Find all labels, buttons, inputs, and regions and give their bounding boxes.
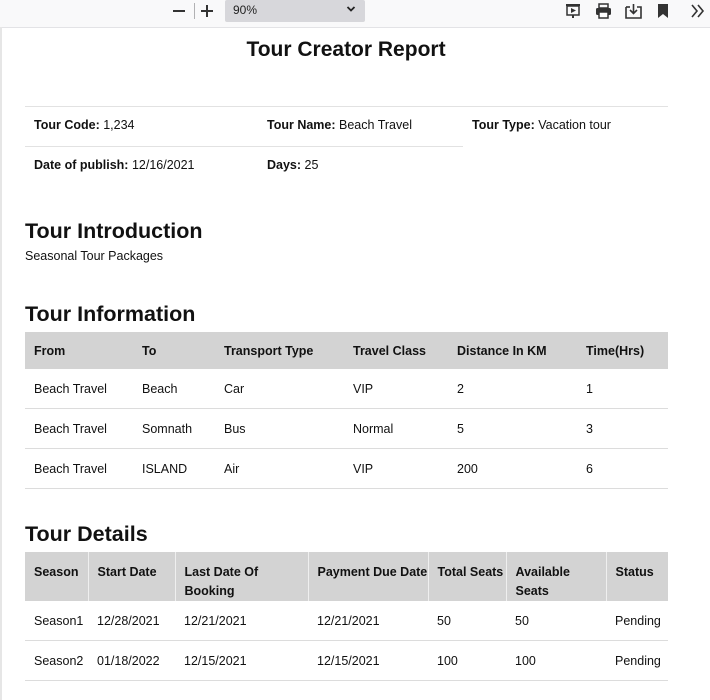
table-cell: Season1	[25, 601, 88, 641]
column-header: Transport Type	[215, 332, 344, 369]
table-cell: 100	[428, 640, 506, 681]
table-cell: Somnath	[133, 408, 215, 449]
column-header: To	[133, 332, 215, 369]
table-header-row: From To Transport Type Travel Class Dist…	[25, 332, 668, 369]
tour-details-table: Season Start Date Last Date Of Booking P…	[25, 552, 668, 681]
days-value: 25	[304, 158, 319, 172]
publish-date-value: 12/16/2021	[131, 158, 195, 172]
days-label: Days:	[267, 158, 302, 172]
tour-information-table: From To Transport Type Travel Class Dist…	[25, 332, 668, 489]
table-cell: 12/21/2021	[175, 601, 308, 641]
table-cell: 50	[506, 601, 606, 641]
print-button[interactable]	[593, 1, 613, 21]
table-row: Season1 12/28/2021 12/21/2021 12/21/2021…	[25, 601, 668, 641]
table-cell: 12/15/2021	[308, 640, 428, 681]
tour-name-field: Tour Name: Beach Travel	[267, 118, 412, 132]
table-cell: 100	[506, 640, 606, 681]
table-cell: 6	[577, 448, 668, 489]
table-cell: Normal	[344, 408, 448, 449]
column-header: Total Seats	[428, 552, 507, 601]
print-icon	[595, 3, 611, 19]
column-header: Distance In KM	[448, 332, 577, 369]
table-cell: 12/28/2021	[88, 601, 175, 641]
download-button[interactable]	[623, 1, 643, 21]
document-edge	[0, 27, 2, 700]
column-header: Season	[25, 552, 89, 601]
table-cell: Beach Travel	[25, 408, 133, 449]
column-header: Time(Hrs)	[577, 332, 668, 369]
table-cell: Beach	[133, 369, 215, 409]
column-header: From	[25, 332, 133, 369]
table-header-row: Season Start Date Last Date Of Booking P…	[25, 552, 668, 601]
zoom-value: 90%	[233, 3, 258, 17]
table-row: Season2 01/18/2022 12/15/2021 12/15/2021…	[25, 640, 668, 681]
tour-type-label: Tour Type:	[472, 118, 535, 132]
table-cell: 200	[448, 448, 577, 489]
bookmark-icon	[658, 4, 668, 18]
table-cell: Beach Travel	[25, 369, 133, 409]
table-cell: 2	[448, 369, 577, 409]
table-cell: ISLAND	[133, 448, 215, 489]
table-cell: Bus	[215, 408, 344, 449]
table-cell: VIP	[344, 448, 448, 489]
tour-type-field: Tour Type: Vacation tour	[472, 118, 611, 132]
table-row: Beach Travel Somnath Bus Normal 5 3	[25, 408, 668, 449]
report-title: Tour Creator Report	[246, 38, 446, 61]
zoom-in-icon	[201, 5, 213, 17]
column-header: Start Date	[88, 552, 176, 601]
tour-name-value: Beach Travel	[339, 118, 412, 132]
intro-heading: Tour Introduction	[25, 219, 203, 243]
download-icon	[624, 4, 642, 19]
column-header: Status	[606, 552, 668, 601]
table-cell: 5	[448, 408, 577, 449]
intro-text: Seasonal Tour Packages	[25, 249, 164, 263]
days-field: Days: 25	[267, 158, 318, 172]
toolbar-separator	[194, 3, 195, 19]
table-cell: 12/21/2021	[308, 601, 428, 641]
table-cell: Beach Travel	[25, 448, 133, 489]
table-cell: 01/18/2022	[88, 640, 175, 681]
bookmark-button[interactable]	[653, 1, 673, 21]
column-header: Last Date Of Booking	[175, 552, 309, 601]
column-header: Available Seats	[506, 552, 607, 601]
tour-code-value: 1,234	[103, 118, 135, 132]
table-cell: Season2	[25, 640, 88, 681]
viewer-toolbar: 90%	[0, 0, 710, 28]
column-header: Payment Due Date	[308, 552, 429, 601]
table-row: Beach Travel ISLAND Air VIP 200 6	[25, 448, 668, 489]
zoom-out-icon	[173, 10, 185, 12]
table-cell: Car	[215, 369, 344, 409]
table-cell: Pending	[606, 640, 668, 681]
table-cell: VIP	[344, 369, 448, 409]
table-cell: Air	[215, 448, 344, 489]
table-cell: Pending	[606, 601, 668, 641]
tour-code-label: Tour Code:	[34, 118, 100, 132]
zoom-select[interactable]: 90%	[225, 0, 365, 22]
zoom-out-button[interactable]	[168, 0, 190, 22]
publish-date-field: Date of publish: 12/16/2021	[34, 158, 195, 172]
table-row: Beach Travel Beach Car VIP 2 1	[25, 369, 668, 409]
more-tools-button[interactable]	[688, 1, 708, 21]
tour-name-label: Tour Name:	[267, 118, 336, 132]
table-cell: 3	[577, 408, 668, 449]
table-cell: 12/15/2021	[175, 640, 308, 681]
zoom-in-button[interactable]	[196, 0, 218, 22]
presentation-icon	[566, 4, 580, 18]
details-heading: Tour Details	[25, 522, 148, 546]
publish-date-label: Date of publish:	[34, 158, 129, 172]
table-cell: 1	[577, 369, 668, 409]
tour-type-value: Vacation tour	[538, 118, 611, 132]
chevron-down-icon	[346, 6, 356, 12]
meta-divider-middle	[25, 146, 463, 147]
info-heading: Tour Information	[25, 302, 196, 326]
more-tools-icon	[691, 4, 705, 18]
meta-divider-top	[25, 106, 668, 107]
table-cell: 50	[428, 601, 506, 641]
column-header: Travel Class	[344, 332, 448, 369]
presentation-mode-button[interactable]	[563, 1, 583, 21]
tour-code-field: Tour Code: 1,234	[34, 118, 135, 132]
